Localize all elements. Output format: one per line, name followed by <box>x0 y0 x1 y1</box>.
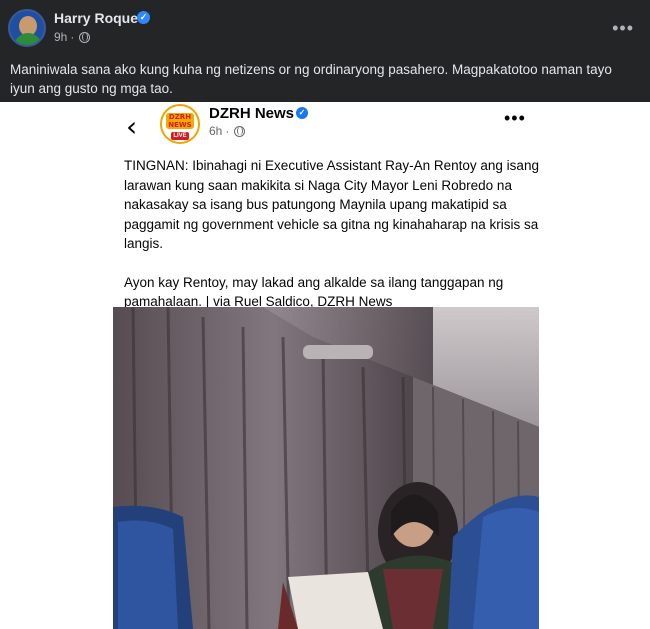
photo-illustration <box>113 307 539 629</box>
shared-paragraph-2: Ayon kay Rentoy, may lakad ang alkalde s… <box>124 274 504 310</box>
globe-icon <box>79 31 91 43</box>
post-time[interactable]: 9h <box>54 30 67 44</box>
shared-page-name[interactable]: DZRH News <box>209 105 294 122</box>
author-avatar[interactable] <box>8 9 46 47</box>
meta-separator: · <box>70 30 75 44</box>
logo-text: DZRH NEWS <box>166 113 194 129</box>
verified-badge-icon: ✓ <box>296 107 308 119</box>
shared-paragraph-1: TINGNAN: Ibinahagi ni Executive Assistan… <box>124 158 539 251</box>
back-chevron-icon[interactable]: ‹ <box>126 110 137 143</box>
author-name[interactable]: Harry Roque <box>54 10 138 26</box>
post-meta: 9h · <box>54 30 91 44</box>
shared-post-screenshot[interactable]: ‹ DZRH NEWS LIVE DZRH News ✓ 6h · ••• TI… <box>0 102 650 629</box>
shared-post-text: TINGNAN: Ibinahagi ni Executive Assistan… <box>124 156 544 331</box>
more-options-icon[interactable]: ••• <box>612 18 634 39</box>
post-caption: Maniniwala sana ako kung kuha ng netizen… <box>10 62 612 96</box>
more-options-icon[interactable]: ••• <box>504 108 526 129</box>
logo-live-badge: LIVE <box>171 132 189 140</box>
meta-separator: · <box>225 124 230 138</box>
shared-post-time[interactable]: 6h <box>209 124 222 138</box>
bus-interior-photo[interactable] <box>113 307 539 629</box>
verified-badge-icon: ✓ <box>137 11 150 24</box>
globe-icon <box>234 125 246 137</box>
page-logo[interactable]: DZRH NEWS LIVE <box>160 104 200 144</box>
shared-post-meta: 6h · <box>209 124 246 138</box>
post-header: Harry Roque ✓ 9h · ••• <box>0 0 650 54</box>
